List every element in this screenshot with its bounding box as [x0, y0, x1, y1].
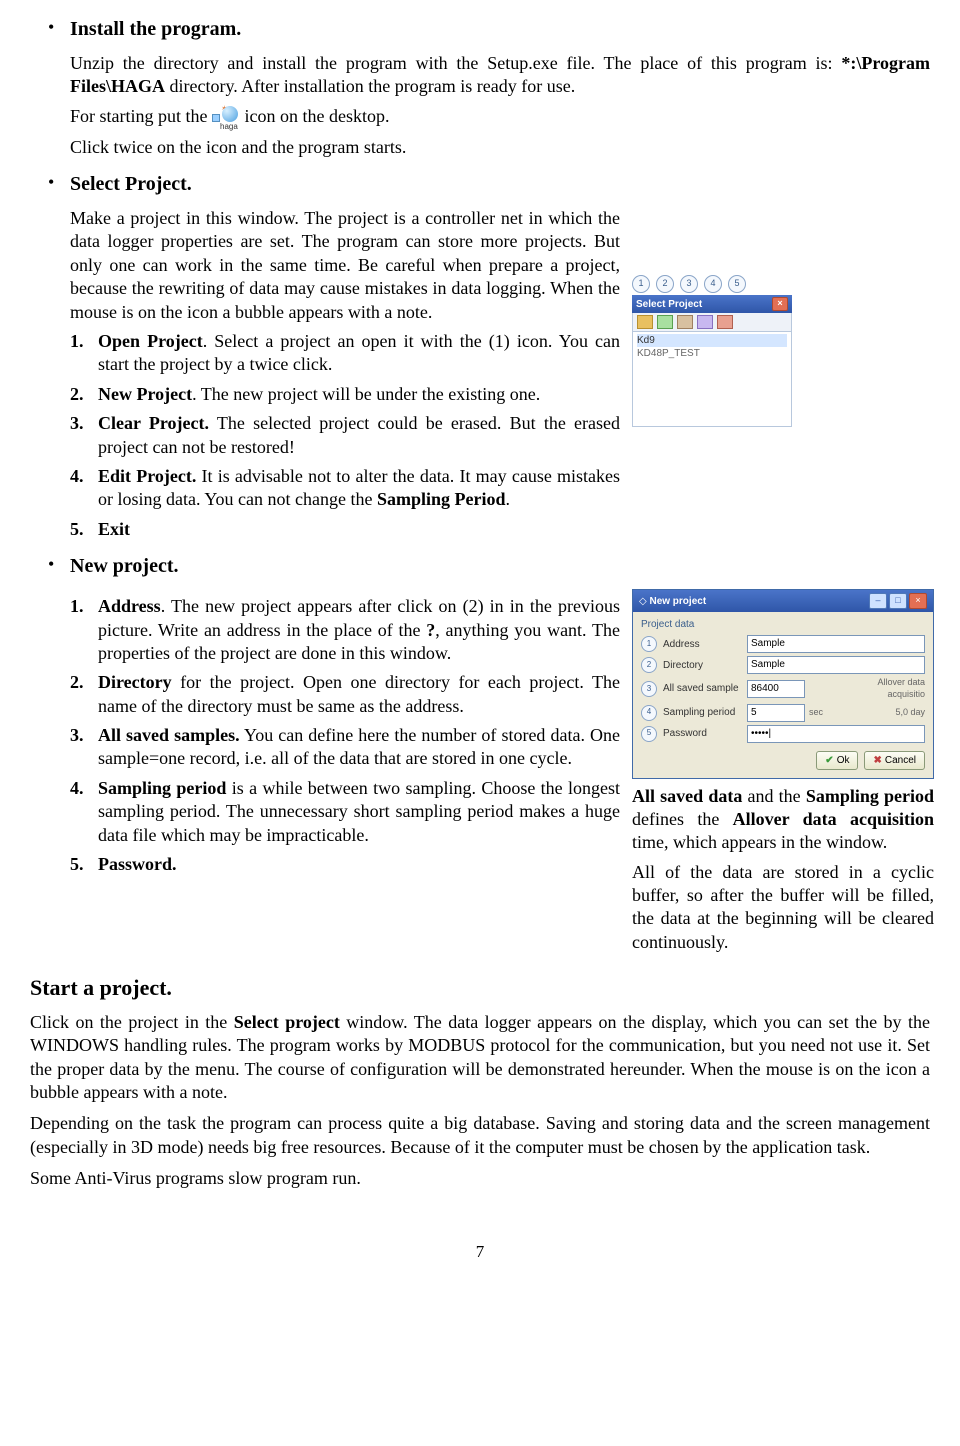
allsaved-input[interactable]: 86400	[747, 680, 805, 698]
close-icon[interactable]: ×	[909, 593, 927, 609]
sp-panel-num-icons: 1 2 3 4 5	[632, 275, 792, 293]
page-number: 7	[30, 1241, 930, 1263]
sp-item-1: 1. Open Project. Select a project an ope…	[70, 330, 620, 377]
exit-icon[interactable]	[717, 315, 733, 329]
allover-label: Allover data acquisitio	[865, 677, 925, 700]
install-heading: Install the program.	[70, 18, 241, 40]
allover-value: 5,0 day	[865, 707, 925, 719]
sp-list-item[interactable]: Kd9	[637, 334, 787, 347]
sp-num-3: 3	[680, 275, 698, 293]
np-row-directory: 2 Directory Sample	[641, 656, 925, 674]
check-icon: ✔	[825, 754, 833, 767]
section-install: Install the program.	[30, 16, 930, 42]
sp-item-2: 2. New Project. The new project will be …	[70, 383, 620, 406]
sp-item-3: 3. Clear Project. The selected project c…	[70, 412, 620, 459]
section-select-project: Select Project.	[30, 171, 620, 197]
password-input[interactable]: •••••|	[747, 725, 925, 743]
sp-num-5: 5	[728, 275, 746, 293]
close-icon[interactable]: ×	[772, 297, 788, 311]
start-project-heading: Start a project.	[30, 974, 930, 1003]
np-item-4: 4. Sampling period is a while between tw…	[70, 777, 620, 847]
np-dialog-titlebar: ◇ New project – □ ×	[633, 590, 933, 612]
install-p1: Unzip the directory and install the prog…	[70, 52, 930, 99]
cancel-button[interactable]: ✖Cancel	[864, 751, 925, 770]
sp-item-5: 5. Exit	[70, 518, 620, 541]
trash-icon[interactable]	[677, 315, 693, 329]
minimize-icon[interactable]: –	[869, 593, 887, 609]
new-project-heading: New project.	[70, 555, 178, 577]
new-project-list: 1. Address. The new project appears afte…	[30, 595, 620, 876]
np-row-address: 1 Address Sample	[641, 635, 925, 653]
np-item-3: 3. All saved samples. You can define her…	[70, 724, 620, 771]
sp-item-4: 4. Edit Project. It is advisable not to …	[70, 465, 620, 512]
np-row-sampling: 4 Sampling period 5 sec 5,0 day	[641, 704, 925, 722]
np-dialog-title: New project	[649, 596, 706, 607]
sp-panel-toolbar	[632, 313, 792, 332]
sp-panel-list[interactable]: Kd9 KD48P_TEST	[632, 332, 792, 427]
sampling-input[interactable]: 5	[747, 704, 805, 722]
start-p1: Click on the project in the Select proje…	[30, 1011, 930, 1105]
sp-panel-title: Select Project	[636, 298, 702, 311]
ok-button[interactable]: ✔Ok	[816, 751, 858, 770]
np-right-notes: All saved data and the Sampling period d…	[632, 785, 934, 955]
np-group-label: Project data	[641, 618, 925, 631]
np-item-1: 1. Address. The new project appears afte…	[70, 595, 620, 665]
sp-panel-titlebar: Select Project ×	[632, 295, 792, 313]
maximize-icon[interactable]: □	[889, 593, 907, 609]
select-project-panel: 1 2 3 4 5 Select Project × Kd9 KD48P_TES…	[632, 275, 792, 427]
sp-num-1: 1	[632, 275, 650, 293]
np-item-5: 5. Password.	[70, 853, 620, 876]
np-row-password: 5 Password •••••|	[641, 725, 925, 743]
np-row-allsaved: 3 All saved sample 86400 Allover data ac…	[641, 677, 925, 700]
select-project-intro: Make a project in this window. The proje…	[70, 207, 620, 324]
start-p2: Depending on the task the program can pr…	[30, 1112, 930, 1159]
sp-num-2: 2	[656, 275, 674, 293]
cancel-icon: ✖	[873, 754, 881, 767]
directory-input[interactable]: Sample	[747, 656, 925, 674]
open-icon[interactable]	[637, 315, 653, 329]
haga-desktop-icon: ✶haga	[212, 106, 240, 130]
install-p3: Click twice on the icon and the program …	[70, 136, 930, 159]
section-new-project: New project.	[30, 553, 930, 579]
sp-list-item[interactable]: KD48P_TEST	[637, 347, 787, 360]
install-p2: For starting put the ✶haga icon on the d…	[70, 105, 930, 130]
select-project-list: 1. Open Project. Select a project an ope…	[30, 330, 620, 541]
edit-icon[interactable]	[697, 315, 713, 329]
select-project-heading: Select Project.	[70, 173, 192, 195]
start-p3: Some Anti-Virus programs slow program ru…	[30, 1167, 930, 1190]
np-item-2: 2. Directory for the project. Open one d…	[70, 671, 620, 718]
new-icon[interactable]	[657, 315, 673, 329]
sp-num-4: 4	[704, 275, 722, 293]
new-project-dialog: ◇ New project – □ × Project data 1 Addre…	[632, 589, 934, 778]
address-input[interactable]: Sample	[747, 635, 925, 653]
install-body: Unzip the directory and install the prog…	[30, 52, 930, 159]
